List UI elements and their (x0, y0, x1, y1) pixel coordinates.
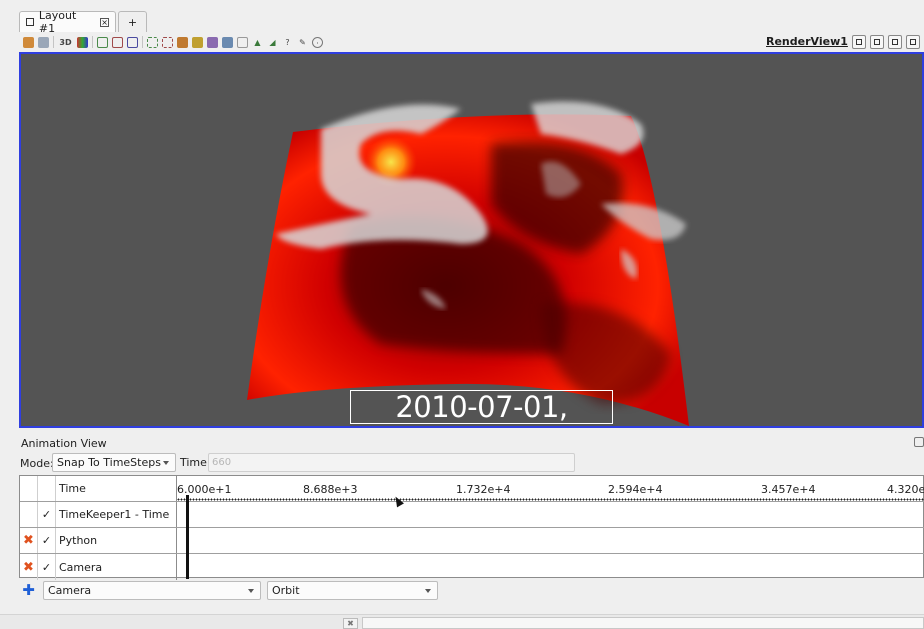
track-timeline[interactable] (177, 502, 924, 527)
grow-selection-icon[interactable] (177, 36, 188, 48)
ruler-tick: 4.320e (887, 483, 924, 496)
time-label: Time (180, 456, 207, 469)
time-annotation: 2010-07-01, 11:00 (350, 390, 613, 426)
ruler-tick: 3.457e+4 (761, 483, 816, 496)
timestep-markers (177, 498, 924, 501)
query-icon[interactable]: ▲ (252, 37, 263, 48)
track-name: Camera (56, 554, 177, 580)
track-source-value: Camera (48, 584, 92, 597)
mode-select[interactable]: Snap To TimeSteps (52, 453, 176, 472)
toolbar-separator (92, 36, 93, 48)
layout-icon (26, 18, 34, 26)
empty-cell (38, 476, 56, 501)
mode-select-value: Snap To TimeSteps (57, 456, 161, 469)
shrink-selection-icon[interactable] (192, 36, 203, 48)
toolbar-separator (142, 36, 143, 48)
delete-track-button[interactable]: ✖ (20, 554, 38, 580)
select-points-icon[interactable] (112, 36, 123, 48)
animation-view-title: Animation View (21, 437, 107, 450)
add-track-row: ✚ Camera Orbit (19, 580, 924, 602)
empty-cell (20, 476, 38, 501)
render-view[interactable]: 2010-07-01, 11:00 (19, 52, 924, 428)
track-row-timekeeper: ✓ TimeKeeper1 - Time (20, 502, 924, 528)
bottom-input[interactable] (362, 617, 924, 629)
chevron-down-icon (425, 589, 431, 593)
split-vertical-button[interactable] (870, 35, 884, 49)
close-tab-icon[interactable]: × (100, 17, 109, 27)
maximize-view-button[interactable] (888, 35, 902, 49)
add-track-icon[interactable]: ✚ (22, 583, 35, 598)
edit-icon[interactable]: ✎ (297, 37, 308, 48)
track-name: Python (56, 528, 177, 553)
track-timeline[interactable] (177, 554, 924, 580)
clear-selection-icon[interactable] (207, 36, 218, 48)
render-view-title[interactable]: RenderView1 (766, 35, 848, 48)
ruler-tick: 2.594e+4 (608, 483, 663, 496)
current-time-cursor[interactable] (186, 495, 189, 579)
help-icon[interactable]: ? (282, 37, 293, 48)
track-name: TimeKeeper1 - Time (56, 502, 177, 527)
track-enabled-checkbox[interactable]: ✓ (38, 528, 56, 553)
color-map-icon[interactable] (77, 36, 88, 48)
track-enabled-checkbox[interactable]: ✓ (38, 502, 56, 527)
ruler-tick: 8.688e+3 (303, 483, 358, 496)
panel-settings-icon[interactable] (914, 437, 924, 447)
rendered-surface (247, 101, 689, 426)
time-header: Time (56, 476, 177, 501)
split-horizontal-button[interactable] (852, 35, 866, 49)
interactive-select-icon[interactable] (162, 36, 173, 48)
3d-toggle-icon[interactable]: 3D (58, 37, 73, 48)
track-source-select[interactable]: Camera (43, 581, 261, 600)
time-field[interactable]: 660 (208, 453, 575, 472)
select-cells-icon[interactable] (97, 36, 108, 48)
delete-icon: ✖ (23, 559, 34, 575)
tab-layout-1[interactable]: Layout #1 × (19, 9, 116, 35)
select-frustum-icon[interactable] (127, 36, 138, 48)
view-toolbar: 3D ▲ ◢ ? ✎ · RenderView1 (19, 32, 924, 52)
delete-track-button[interactable]: ✖ (20, 528, 38, 553)
mode-label: Mode: (20, 456, 54, 470)
time-ruler[interactable]: 6.000e+1 8.688e+3 1.732e+4 2.594e+4 3.45… (177, 476, 924, 501)
time-ruler-row: Time 6.000e+1 8.688e+3 1.732e+4 2.594e+4… (20, 476, 924, 502)
chevron-down-icon (163, 461, 169, 465)
track-type-value: Orbit (272, 584, 300, 597)
empty-cell (20, 502, 38, 527)
ruler-icon[interactable] (237, 36, 248, 48)
toolbar-separator (53, 36, 54, 48)
select-block-icon[interactable] (147, 36, 158, 48)
zoom-data-icon[interactable] (38, 36, 49, 48)
ruler-tick: 1.732e+4 (456, 483, 511, 496)
close-view-button[interactable] (906, 35, 920, 49)
chevron-down-icon (248, 589, 254, 593)
track-enabled-checkbox[interactable]: ✓ (38, 554, 56, 580)
add-layout-tab[interactable]: + (118, 11, 147, 32)
find-data-icon[interactable]: ◢ (267, 37, 278, 48)
close-icon[interactable]: ✖ (343, 618, 358, 629)
reset-camera-icon[interactable] (23, 36, 34, 48)
track-row-camera: ✖ ✓ Camera (20, 554, 924, 580)
animation-track-table: Time 6.000e+1 8.688e+3 1.732e+4 2.594e+4… (19, 475, 924, 580)
layout-tab-bar: Layout #1 × + (0, 0, 924, 35)
hover-points-icon[interactable] (222, 36, 233, 48)
track-timeline[interactable] (177, 528, 924, 553)
track-row-python: ✖ ✓ Python (20, 528, 924, 554)
settings-icon[interactable]: · (312, 36, 323, 48)
track-type-select[interactable]: Orbit (267, 581, 438, 600)
delete-icon: ✖ (23, 533, 34, 548)
